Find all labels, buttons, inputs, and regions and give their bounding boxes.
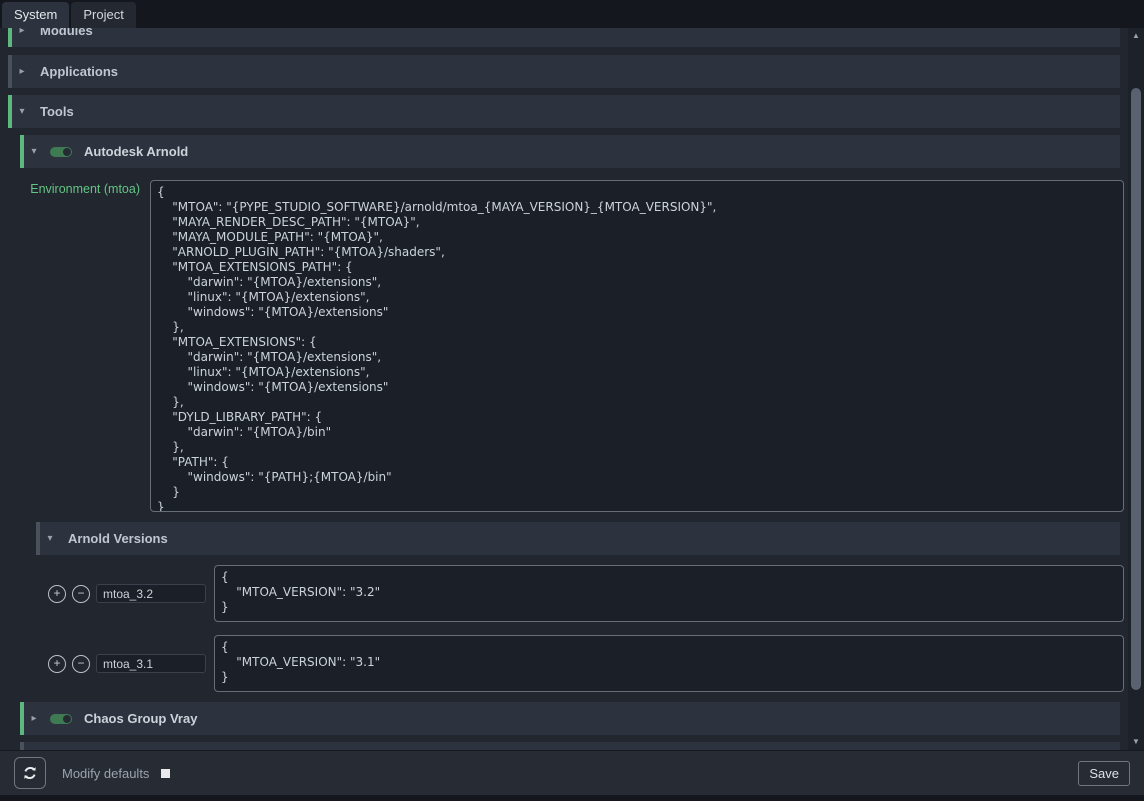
section-header-chaos-group-vray[interactable]: ▸ Chaos Group Vray (20, 702, 1120, 735)
tab-bar: System Project (0, 0, 1144, 28)
version-json-editor[interactable]: { "MTOA_VERSION": "3.1" } (214, 635, 1124, 692)
save-button[interactable]: Save (1078, 761, 1130, 786)
environment-json-editor[interactable]: { "MTOA": "{PYPE_STUDIO_SOFTWARE}/arnold… (150, 180, 1124, 512)
vray-status-bar (20, 702, 24, 735)
remove-item-button[interactable]: − (72, 655, 90, 673)
arnold-status-bar (20, 135, 24, 168)
section-header-applications[interactable]: ▸ Applications (8, 55, 1120, 88)
arnold-version-row: + − { "MTOA_VERSION": "3.1" } (48, 635, 1128, 692)
collapsed-arrow-icon[interactable]: ▸ (16, 67, 28, 77)
tab-project[interactable]: Project (71, 2, 135, 28)
expanded-arrow-icon[interactable]: ▾ (16, 107, 28, 117)
section-header-autodesk-arnold[interactable]: ▾ Autodesk Arnold (20, 135, 1120, 168)
modify-defaults-checkbox[interactable] (161, 769, 170, 778)
refresh-button[interactable] (14, 757, 46, 789)
toggle-knob (63, 148, 71, 156)
add-item-button[interactable]: + (48, 655, 66, 673)
modules-status-bar (8, 28, 12, 47)
section-header-tools[interactable]: ▾ Tools (8, 95, 1120, 128)
section-title-tools: Tools (40, 104, 74, 119)
partial-next-section (0, 742, 1128, 750)
collapsed-arrow-icon[interactable]: ▸ (28, 714, 40, 724)
remove-item-button[interactable]: − (72, 585, 90, 603)
partial-status-bar (20, 742, 24, 750)
settings-window: System Project ▸ Modules ▸ Applications … (0, 0, 1144, 801)
section-header-partial[interactable] (20, 742, 1120, 750)
version-key-input[interactable] (96, 584, 206, 603)
toggle-knob (63, 715, 71, 723)
expanded-arrow-icon[interactable]: ▾ (28, 147, 40, 157)
footer-bar: Modify defaults Save (0, 750, 1144, 795)
expanded-arrow-icon[interactable]: ▾ (44, 534, 56, 544)
environment-label: Environment (mtoa) (0, 180, 140, 196)
arnold-version-row: + − { "MTOA_VERSION": "3.2" } (48, 565, 1128, 622)
version-key-input[interactable] (96, 654, 206, 673)
applications-status-bar (8, 55, 12, 88)
vertical-scrollbar[interactable]: ▲ ▼ (1128, 28, 1144, 750)
section-title-chaos-group-vray: Chaos Group Vray (84, 711, 197, 726)
section-modules-clip: ▸ Modules (0, 28, 1128, 47)
scroll-up-icon[interactable]: ▲ (1128, 28, 1144, 42)
section-title-arnold-versions: Arnold Versions (68, 531, 168, 546)
section-title-applications: Applications (40, 64, 118, 79)
arnold-enabled-toggle[interactable] (50, 147, 72, 157)
settings-scroll-area: ▸ Modules ▸ Applications ▾ Tools ▾ Auto (0, 28, 1128, 750)
section-title-autodesk-arnold: Autodesk Arnold (84, 144, 188, 159)
add-item-button[interactable]: + (48, 585, 66, 603)
version-json-editor[interactable]: { "MTOA_VERSION": "3.2" } (214, 565, 1124, 622)
scroll-down-icon[interactable]: ▼ (1128, 734, 1144, 748)
arnold-versions-status-bar (36, 522, 40, 555)
scrollbar-thumb[interactable] (1131, 88, 1141, 690)
environment-row: Environment (mtoa) { "MTOA": "{PYPE_STUD… (0, 180, 1128, 512)
collapsed-arrow-icon[interactable]: ▸ (16, 28, 28, 36)
tools-status-bar (8, 95, 12, 128)
modify-defaults-label: Modify defaults (62, 766, 149, 781)
refresh-icon (22, 765, 38, 781)
tab-system[interactable]: System (2, 2, 69, 28)
section-header-modules[interactable]: ▸ Modules (8, 28, 1120, 47)
vray-enabled-toggle[interactable] (50, 714, 72, 724)
section-title-modules: Modules (40, 28, 93, 38)
section-header-arnold-versions[interactable]: ▾ Arnold Versions (36, 522, 1120, 555)
